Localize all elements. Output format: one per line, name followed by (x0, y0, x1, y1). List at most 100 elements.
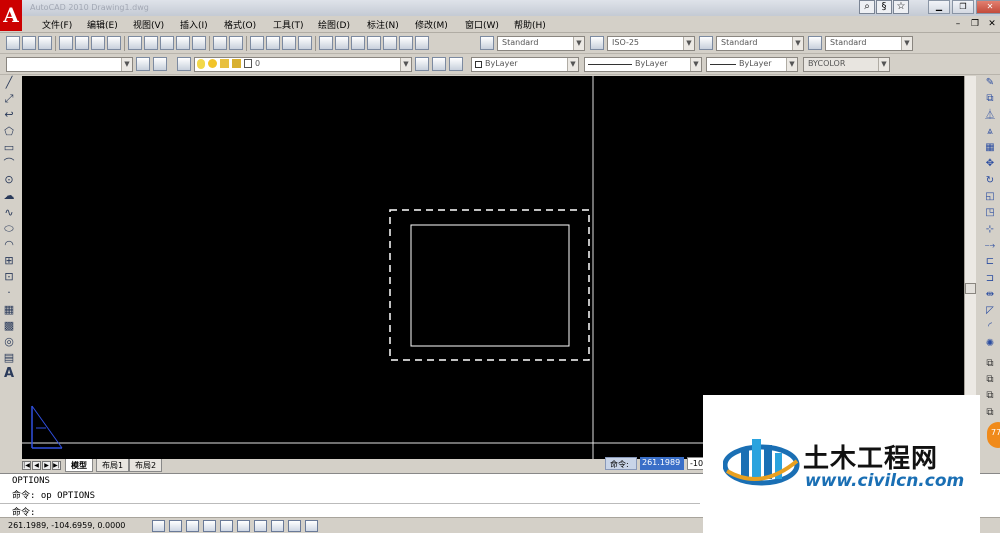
ellipse-icon[interactable]: ⬭ (2, 222, 16, 236)
revision-cloud-icon[interactable]: ☁ (2, 189, 16, 203)
inner-rectangle[interactable] (410, 224, 570, 347)
layer-previous-icon[interactable] (432, 57, 446, 71)
minimize-button[interactable]: ▁ (928, 0, 950, 14)
layer-tool-icon[interactable] (153, 57, 167, 71)
workspace-select[interactable]: ▼ (6, 57, 133, 72)
dim-style-icon[interactable] (590, 36, 604, 50)
dim-style-select[interactable]: ISO-25 ▼ (607, 36, 695, 51)
ortho-mode-icon[interactable] (186, 520, 199, 532)
table-style-icon[interactable] (699, 36, 713, 50)
zoom-realtime-icon[interactable] (266, 36, 280, 50)
dynamic-ucs-icon[interactable] (271, 520, 284, 532)
gradient-icon[interactable]: ▩ (2, 319, 16, 333)
construction-line-icon[interactable]: ⤢ (2, 92, 16, 106)
menu-insert[interactable]: 插入(I) (180, 18, 208, 31)
join-icon[interactable]: ⇹ (983, 288, 997, 302)
make-block-icon[interactable]: ⊡ (2, 270, 16, 284)
menu-help[interactable]: 帮助(H) (514, 18, 546, 31)
menu-view[interactable]: 视图(V) (133, 18, 164, 31)
rectangle-icon[interactable]: ▭ (2, 141, 16, 155)
break-icon[interactable]: ⊐ (983, 272, 997, 286)
tab-layout1[interactable]: 布局1 (96, 459, 130, 472)
menu-dimension[interactable]: 标注(N) (367, 18, 399, 31)
pan-icon[interactable] (250, 36, 264, 50)
publish-icon[interactable] (91, 36, 105, 50)
design-center-icon[interactable] (335, 36, 349, 50)
tab-layout2[interactable]: 布局2 (129, 459, 163, 472)
line-icon[interactable]: ╱ (2, 76, 16, 90)
arc-icon[interactable]: ⌒ (2, 157, 16, 171)
grid-display-icon[interactable] (169, 520, 182, 532)
menu-window[interactable]: 窗口(W) (465, 18, 499, 31)
stretch-icon[interactable]: ◳ (983, 206, 997, 220)
trim-icon[interactable]: ⊹ (983, 223, 997, 237)
polyline-icon[interactable]: ↩ (2, 108, 16, 122)
extend-icon[interactable]: ⤍ (983, 239, 997, 253)
layer-properties-icon[interactable] (177, 57, 191, 71)
polygon-icon[interactable]: ⬠ (2, 125, 16, 139)
undo-icon[interactable] (213, 36, 227, 50)
rotate-icon[interactable]: ↻ (983, 174, 997, 188)
redo-icon[interactable] (229, 36, 243, 50)
make-object-layer-current-icon[interactable] (415, 57, 429, 71)
menu-edit[interactable]: 编辑(E) (87, 18, 118, 31)
copy-icon[interactable]: ⧉ (983, 92, 997, 106)
notification-badge[interactable]: 77 (987, 422, 1000, 448)
break-at-point-icon[interactable]: ⊏ (983, 255, 997, 269)
layer-state-icon[interactable] (449, 57, 463, 71)
explode-icon[interactable]: ✺ (983, 337, 997, 351)
workspace-settings-icon[interactable] (136, 57, 150, 71)
save-icon[interactable] (38, 36, 52, 50)
table-style-select[interactable]: Standard ▼ (716, 36, 804, 51)
dynamic-input-icon[interactable] (288, 520, 301, 532)
markup-icon[interactable] (383, 36, 397, 50)
multileader-style-icon[interactable] (808, 36, 822, 50)
hatch-icon[interactable]: ▦ (2, 303, 16, 317)
drawing-minimize-icon[interactable]: – (951, 17, 965, 31)
chamfer-icon[interactable]: ◸ (983, 304, 997, 318)
last-tab-icon[interactable]: ▶| (52, 461, 61, 470)
tool-palettes-icon[interactable] (351, 36, 365, 50)
3d-object-snap-icon[interactable] (237, 520, 250, 532)
object-snap-icon[interactable] (220, 520, 233, 532)
scrollbar-thumb[interactable] (965, 283, 976, 294)
properties-icon[interactable] (319, 36, 333, 50)
sheet-set-icon[interactable] (367, 36, 381, 50)
fillet-icon[interactable]: ◜ (983, 320, 997, 334)
text-style-icon[interactable] (480, 36, 494, 50)
first-tab-icon[interactable]: |◀ (22, 461, 31, 470)
erase-icon[interactable]: ✎ (983, 76, 997, 90)
offset-icon[interactable]: ⩓ (983, 125, 997, 139)
cut-icon[interactable] (128, 36, 142, 50)
restore-button[interactable]: ❐ (952, 0, 974, 14)
block-editor-icon[interactable] (192, 36, 206, 50)
object-snap-tracking-icon[interactable] (254, 520, 267, 532)
polar-tracking-icon[interactable] (203, 520, 216, 532)
snap-mode-icon[interactable] (152, 520, 165, 532)
menu-tools[interactable]: 工具(T) (273, 18, 304, 31)
print-icon[interactable] (59, 36, 73, 50)
region-icon[interactable]: ◎ (2, 335, 16, 349)
tab-model[interactable]: 模型 (65, 459, 93, 472)
menu-draw[interactable]: 绘图(D) (318, 18, 350, 31)
ellipse-arc-icon[interactable]: ◠ (2, 238, 16, 252)
quickcalc-icon[interactable] (399, 36, 413, 50)
mirror-icon[interactable]: ⏅ (983, 109, 997, 123)
help-exchange-icon[interactable]: § (876, 0, 892, 14)
insert-block-icon[interactable]: ⊞ (2, 254, 16, 268)
application-menu-button[interactable]: A (0, 0, 22, 31)
menu-file[interactable]: 文件(F) (42, 18, 72, 31)
prev-tab-icon[interactable]: ◀ (32, 461, 41, 470)
array-icon[interactable]: ▦ (983, 141, 997, 155)
table-icon[interactable]: ▤ (2, 351, 16, 365)
spline-icon[interactable]: ∿ (2, 206, 16, 220)
match-properties-icon[interactable] (176, 36, 190, 50)
menu-modify[interactable]: 修改(M) (415, 18, 448, 31)
drawing-close-icon[interactable]: ✕ (985, 17, 999, 31)
menu-format[interactable]: 格式(O) (224, 18, 256, 31)
color-select[interactable]: ByLayer ▼ (471, 57, 579, 72)
next-tab-icon[interactable]: ▶ (42, 461, 51, 470)
draw-order-back-icon[interactable]: ⧉ (983, 373, 997, 387)
3d-dwf-icon[interactable] (107, 36, 121, 50)
multileader-style-select[interactable]: Standard ▼ (825, 36, 913, 51)
